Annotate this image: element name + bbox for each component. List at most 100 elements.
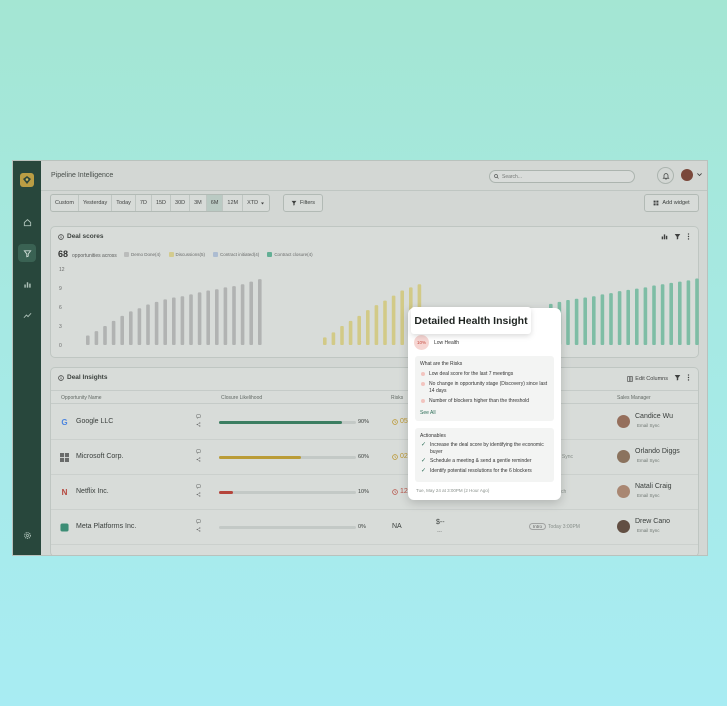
- bar-discussions[interactable]: [348, 320, 353, 345]
- bar-demodone[interactable]: [137, 308, 142, 345]
- bar-contractclosure[interactable]: [574, 298, 579, 345]
- risk-count[interactable]: 12: [392, 488, 408, 495]
- bar-demodone[interactable]: [249, 281, 253, 345]
- opportunity-name[interactable]: Google LLC: [76, 418, 113, 425]
- filters-button[interactable]: Filters: [283, 194, 323, 212]
- bar-demodone[interactable]: [129, 311, 133, 345]
- filter-icon[interactable]: [674, 233, 681, 242]
- range-xtd[interactable]: XTD: [243, 195, 269, 211]
- bar-contractclosure[interactable]: [617, 291, 622, 345]
- bar-demodone[interactable]: [94, 331, 99, 345]
- bar-demodone[interactable]: [154, 301, 159, 345]
- opportunity-name[interactable]: Meta Platforms Inc.: [76, 523, 136, 530]
- bar-contractclosure[interactable]: [583, 297, 587, 346]
- bar-discussions[interactable]: [323, 337, 327, 345]
- col-closure[interactable]: Closure Likelihood: [221, 395, 262, 401]
- range-today[interactable]: Today: [112, 195, 136, 211]
- bar-discussions[interactable]: [357, 315, 361, 345]
- bar-contractclosure[interactable]: [695, 278, 699, 346]
- table-row[interactable]: N Netflix Inc. 10% 12 Natali Craig Email Sync…: [51, 475, 698, 510]
- range-30d[interactable]: 30D: [171, 195, 191, 211]
- bar-contractclosure[interactable]: [652, 285, 656, 345]
- share-icon[interactable]: [196, 527, 201, 532]
- notification-bell-icon[interactable]: [657, 167, 674, 184]
- col-opportunity[interactable]: Opportunity Name: [61, 395, 102, 401]
- see-all-link[interactable]: See All: [420, 410, 436, 416]
- bar-contractclosure[interactable]: [566, 300, 570, 345]
- comment-icon[interactable]: [196, 519, 201, 524]
- bar-contractclosure[interactable]: [592, 296, 596, 345]
- bar-demodone[interactable]: [86, 335, 90, 346]
- range-15d[interactable]: 15D: [152, 195, 172, 211]
- range-custom[interactable]: Custom: [51, 195, 79, 211]
- bar-demodone[interactable]: [146, 304, 150, 345]
- comment-icon[interactable]: [196, 484, 201, 489]
- share-icon[interactable]: [196, 457, 201, 462]
- bar-demodone[interactable]: [258, 279, 262, 345]
- search-input[interactable]: [502, 173, 622, 180]
- risk-count[interactable]: 02: [392, 453, 408, 460]
- trend-icon[interactable]: [18, 306, 36, 324]
- bar-contractclosure[interactable]: [643, 287, 648, 345]
- bar-demodone[interactable]: [172, 297, 176, 346]
- bar-contractclosure[interactable]: [609, 293, 613, 345]
- table-row[interactable]: Microsoft Corp. 60% 02 Orlando Diggs Email S…: [51, 440, 698, 475]
- risk-count[interactable]: NA: [392, 523, 402, 530]
- table-filter-icon[interactable]: [674, 374, 681, 383]
- bar-demodone[interactable]: [223, 287, 228, 345]
- range-yesterday[interactable]: Yesterday: [79, 195, 113, 211]
- range-3m[interactable]: 3M: [190, 195, 207, 211]
- bar-contractclosure[interactable]: [600, 294, 605, 345]
- settings-gear-icon[interactable]: [23, 527, 32, 545]
- bar-demodone[interactable]: [180, 296, 185, 345]
- bar-discussions[interactable]: [383, 300, 387, 345]
- table-row[interactable]: Meta Platforms Inc. 0% NA Drew Cano Email Sy…: [51, 510, 698, 545]
- bar-demodone[interactable]: [215, 289, 219, 345]
- bar-demodone[interactable]: [240, 284, 245, 345]
- bar-discussions[interactable]: [400, 290, 404, 345]
- range-6m[interactable]: 6M: [206, 195, 224, 211]
- manager-name[interactable]: Candice Wu: [635, 413, 673, 420]
- manager-name[interactable]: Natali Craig: [635, 483, 672, 490]
- bar-demodone[interactable]: [111, 320, 116, 345]
- search-box[interactable]: [489, 170, 635, 183]
- bar-demodone[interactable]: [232, 286, 236, 345]
- manager-name[interactable]: Orlando Diggs: [635, 448, 680, 455]
- more-vertical-icon[interactable]: [687, 233, 690, 242]
- table-row[interactable]: GGoogle LLC90%05Candice WuEmail SyncDays: [51, 405, 698, 440]
- share-icon[interactable]: [196, 422, 201, 427]
- bar-discussions[interactable]: [374, 305, 379, 345]
- user-avatar[interactable]: [681, 169, 693, 181]
- bar-demodone[interactable]: [189, 294, 193, 345]
- col-manager[interactable]: Sales Manager: [617, 395, 651, 401]
- manager-name[interactable]: Drew Cano: [635, 518, 670, 525]
- bar-contractclosure[interactable]: [669, 282, 673, 345]
- comment-icon[interactable]: [196, 414, 201, 419]
- app-logo[interactable]: [20, 173, 34, 187]
- bar-discussions[interactable]: [366, 310, 370, 345]
- range-7d[interactable]: 7D: [136, 195, 152, 211]
- range-12m[interactable]: 12M: [223, 195, 244, 211]
- bar-chart-icon[interactable]: [18, 275, 36, 293]
- opportunity-name[interactable]: Netflix Inc.: [76, 488, 109, 495]
- share-icon[interactable]: [196, 492, 201, 497]
- table-more-icon[interactable]: [687, 374, 690, 383]
- home-icon[interactable]: [18, 213, 36, 231]
- bar-demodone[interactable]: [197, 292, 202, 345]
- bar-discussions[interactable]: [331, 332, 336, 345]
- bar-discussions[interactable]: [391, 295, 396, 345]
- col-risks[interactable]: Risks: [391, 395, 403, 401]
- bar-demodone[interactable]: [206, 290, 210, 345]
- opportunity-name[interactable]: Microsoft Corp.: [76, 453, 123, 460]
- bar-contractclosure[interactable]: [686, 280, 691, 345]
- bar-demodone[interactable]: [120, 315, 124, 345]
- bar-contractclosure[interactable]: [635, 288, 639, 345]
- filter-funnel-icon[interactable]: [18, 244, 36, 262]
- add-widget-button[interactable]: Add widget: [644, 194, 699, 212]
- bar-contractclosure[interactable]: [626, 289, 630, 345]
- comment-icon[interactable]: [196, 449, 201, 454]
- bar-demodone[interactable]: [103, 326, 107, 345]
- risk-count[interactable]: 05: [392, 418, 408, 425]
- edit-columns-button[interactable]: Edit Columns: [627, 376, 668, 382]
- bar-discussions[interactable]: [340, 326, 344, 345]
